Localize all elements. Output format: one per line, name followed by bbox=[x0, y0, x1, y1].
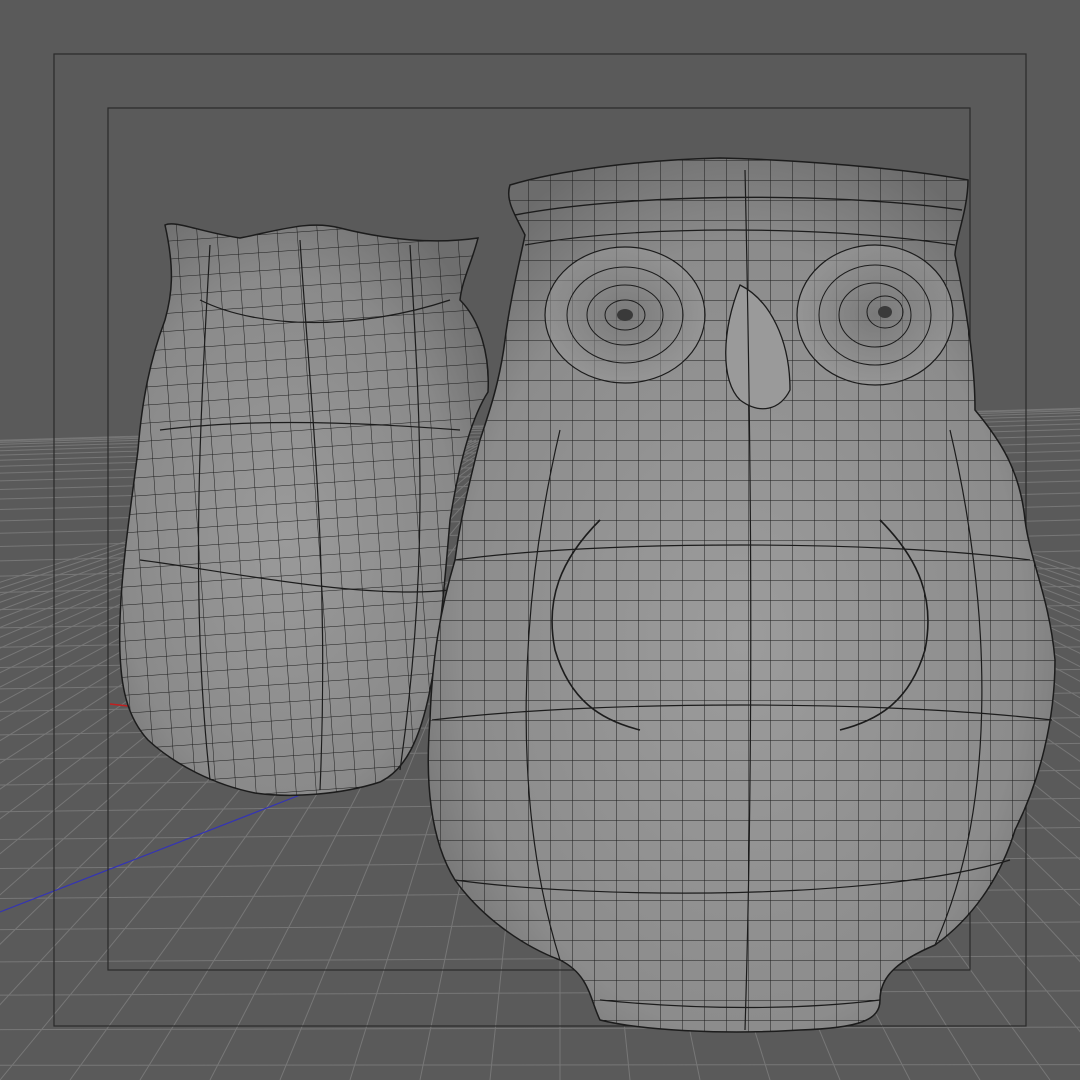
3d-viewport[interactable] bbox=[0, 0, 1080, 1080]
right-eye bbox=[796, 244, 954, 386]
owl-front[interactable] bbox=[427, 157, 1056, 1033]
left-eye bbox=[544, 246, 706, 384]
viewport-canvas[interactable] bbox=[0, 0, 1080, 1080]
